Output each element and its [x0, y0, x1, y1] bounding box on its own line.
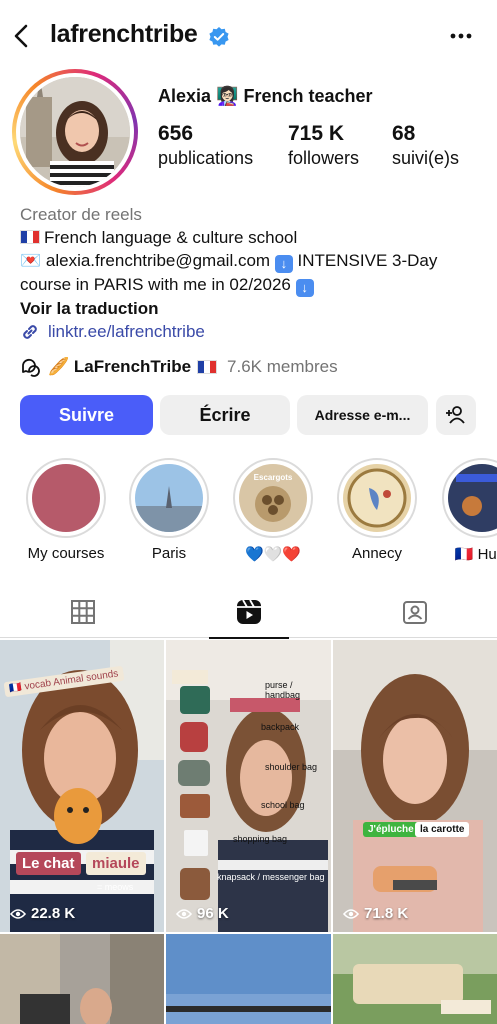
highlight-escargots[interactable]: Escargots 💙🤍❤️	[232, 458, 314, 563]
add-person-icon	[446, 406, 465, 424]
bio-line: 💌 alexia.frenchtribe@gmail.com ↓ INTENSI…	[20, 249, 490, 273]
stat-publications[interactable]: 656 publications	[158, 122, 253, 169]
top-bar: lafrenchtribe	[0, 0, 497, 72]
tab-reels[interactable]	[166, 586, 331, 639]
stat-following[interactable]: 68 suivi(e)s	[392, 122, 459, 169]
stat-label: publications	[158, 148, 254, 168]
eye-icon	[343, 908, 359, 919]
reel-thumbnail[interactable]	[166, 934, 331, 1024]
community-members: 7.6K membres	[227, 357, 338, 376]
svg-text:Escargots: Escargots	[254, 473, 293, 482]
bio-text: course in PARIS with me in 02/2026	[20, 275, 291, 294]
chat-bubbles-icon	[22, 358, 40, 377]
see-translation-link[interactable]: Voir la traduction	[20, 297, 490, 320]
reel-views: 71.8 K	[343, 905, 408, 922]
bio-category: Creator de reels	[20, 205, 142, 224]
content-tabs	[0, 586, 497, 639]
eye-icon	[176, 908, 192, 919]
french-flag-icon	[197, 360, 218, 374]
reel-views: 22.8 K	[10, 905, 75, 922]
down-arrow-icon: ↓	[274, 255, 293, 273]
eye-icon	[10, 908, 26, 919]
reel-image	[166, 934, 331, 1024]
reel-subcaption: = meows	[97, 882, 134, 892]
highlight-paris[interactable]: Paris	[128, 458, 210, 562]
reel-caption: miaule	[86, 852, 146, 875]
message-button[interactable]: Écrire	[160, 395, 290, 435]
highlight-label: Annecy	[351, 545, 403, 562]
reels-icon	[236, 599, 261, 624]
reel-image	[333, 640, 497, 932]
bio-line: course in PARIS with me in 02/2026 ↓	[20, 273, 490, 297]
highlight-annecy[interactable]: Annecy	[336, 458, 418, 562]
reel-label: knapsack / messenger bag	[217, 872, 325, 882]
reel-label: purse / handbag	[265, 680, 301, 700]
reel-thumbnail[interactable]	[0, 934, 164, 1024]
bio-email: 💌 alexia.frenchtribe@gmail.com	[20, 251, 271, 270]
back-arrow-icon[interactable]	[8, 22, 36, 50]
reel-caption: J'épluche	[363, 822, 419, 837]
reel-image	[333, 934, 497, 1024]
reel-views-count: 96 K	[197, 905, 229, 922]
reel-image	[0, 934, 164, 1024]
reel-views-count: 22.8 K	[31, 905, 76, 922]
french-flag-icon	[20, 230, 40, 244]
down-arrow-icon: ↓	[295, 279, 314, 297]
highlight-my-courses[interactable]: My courses	[25, 458, 107, 562]
bio-text: French language & culture school	[44, 228, 298, 247]
highlight-label: 💙🤍❤️	[244, 546, 302, 563]
bio: Creator de reels French language & cultu…	[20, 203, 490, 343]
highlight-cover	[32, 464, 100, 532]
reel-thumbnail[interactable]: 🇫🇷 vocab Animal sounds Le chat miaule = …	[0, 640, 164, 932]
reel-views-count: 71.8 K	[364, 905, 409, 922]
stat-followers[interactable]: 715 K followers	[288, 122, 359, 169]
link-icon	[23, 324, 37, 339]
tagged-person-icon	[402, 601, 427, 624]
reel-thumbnail[interactable]: purse / handbag backpack shoulder bag sc…	[166, 640, 331, 932]
follow-button[interactable]: Suivre	[20, 395, 153, 435]
display-name: Alexia 👩🏻‍🏫 French teacher	[158, 86, 373, 106]
reel-caption: la carotte	[415, 822, 470, 837]
avatar-photo	[20, 77, 130, 187]
highlight-cover: Escargots	[239, 464, 307, 532]
reel-label: shoulder bag	[265, 762, 318, 772]
stat-value: 656	[158, 122, 194, 145]
reel-label: shopping bag	[233, 834, 288, 844]
email-button[interactable]: Adresse e-m...	[297, 395, 428, 435]
bio-link-text: linktr.ee/lafrenchtribe	[48, 322, 205, 341]
reel-label: school bag	[261, 800, 305, 810]
tab-posts-grid[interactable]	[0, 586, 165, 638]
stat-value: 715 K	[288, 122, 345, 145]
verified-badge-icon	[209, 27, 229, 47]
highlight-cover	[135, 464, 203, 532]
reel-views: 96 K	[176, 905, 229, 922]
tab-tagged[interactable]	[332, 586, 497, 638]
bio-line: French language & culture school	[20, 226, 490, 249]
profile-handle: lafrenchtribe	[50, 20, 198, 48]
reel-label: backpack	[261, 722, 300, 732]
community-name: 🥖 LaFrenchTribe	[48, 357, 192, 376]
community-channel[interactable]: 🥖 LaFrenchTribe 7.6K membres	[20, 356, 338, 378]
reel-caption: Le chat	[16, 852, 81, 875]
stat-label: suivi(e)s	[392, 148, 460, 168]
stat-label: followers	[288, 148, 360, 168]
profile-avatar[interactable]	[12, 69, 138, 195]
grid-icon	[70, 600, 95, 624]
more-options-icon[interactable]	[447, 22, 475, 50]
highlight-cover	[448, 464, 497, 532]
suggested-people-button[interactable]	[436, 395, 476, 435]
highlight-label: 🇫🇷 Hum	[454, 546, 497, 563]
bio-link[interactable]: linktr.ee/lafrenchtribe	[20, 320, 490, 343]
highlight-cover	[343, 464, 411, 532]
highlight-humor[interactable]: 🇫🇷 Hum	[441, 458, 497, 563]
highlight-label: Paris	[151, 545, 187, 562]
highlight-label: My courses	[27, 545, 105, 562]
stat-value: 68	[392, 122, 416, 145]
reel-thumbnail[interactable]: J'épluche la carotte 71.8 K	[333, 640, 497, 932]
bio-text: INTENSIVE 3-Day	[297, 251, 438, 270]
reel-thumbnail[interactable]	[333, 934, 497, 1024]
